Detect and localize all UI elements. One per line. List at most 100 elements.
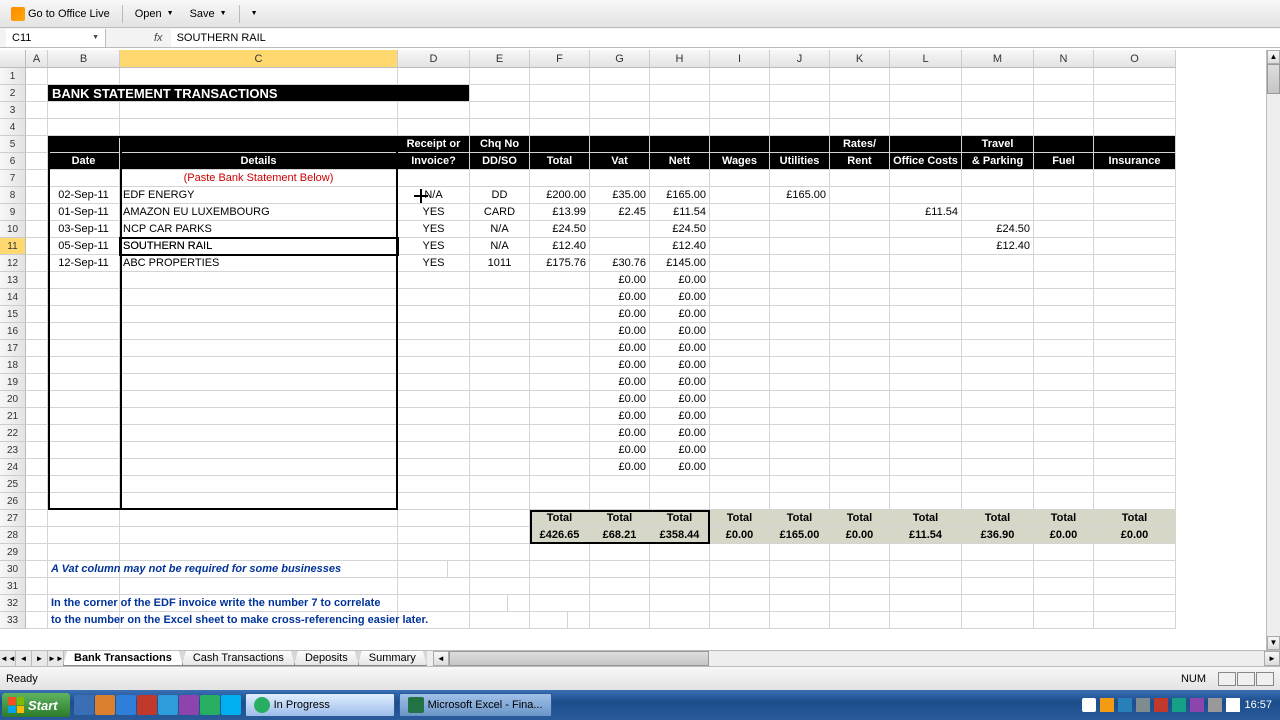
cell-vat[interactable]: £2.45 [590, 204, 650, 221]
total-label[interactable]: Total [962, 510, 1034, 527]
tab-last-button[interactable]: ►► [48, 651, 64, 666]
row-header-19[interactable]: 19 [0, 374, 26, 391]
scroll-right-button[interactable]: ► [1264, 651, 1280, 666]
save-button[interactable]: Save ▼ [183, 5, 234, 23]
total-label[interactable]: Total [590, 510, 650, 527]
cell-nett[interactable]: £145.00 [650, 255, 710, 272]
total-value[interactable]: £0.00 [1034, 527, 1094, 544]
cell-nett-empty[interactable]: £0.00 [650, 374, 710, 391]
cell-vat-empty[interactable]: £0.00 [590, 442, 650, 459]
hdr-rates2[interactable]: Rent [830, 153, 890, 170]
cell-nett[interactable]: £12.40 [650, 238, 710, 255]
cell-vat-empty[interactable]: £0.00 [590, 425, 650, 442]
normal-view-button[interactable] [1218, 672, 1236, 686]
cell-total[interactable]: £13.99 [530, 204, 590, 221]
tray-icon[interactable] [1226, 698, 1240, 712]
selected-cell[interactable]: SOUTHERN RAIL [120, 238, 398, 255]
total-label[interactable]: Total [650, 510, 710, 527]
cell-nett-empty[interactable]: £0.00 [650, 272, 710, 289]
hdr-details[interactable]: Details [120, 153, 398, 170]
cell-vat-empty[interactable]: £0.00 [590, 408, 650, 425]
total-label[interactable]: Total [710, 510, 770, 527]
row-header-22[interactable]: 22 [0, 425, 26, 442]
ql-icon[interactable] [200, 695, 220, 715]
hdr-travel2[interactable]: & Parking [962, 153, 1034, 170]
cell-chq[interactable]: N/A [470, 221, 530, 238]
cell-nett-empty[interactable]: £0.00 [650, 289, 710, 306]
tray-icon[interactable] [1190, 698, 1204, 712]
formula-input[interactable]: SOUTHERN RAIL [171, 29, 1280, 47]
taskbar-in-progress[interactable]: In Progress [245, 693, 395, 717]
ql-icon[interactable] [137, 695, 157, 715]
cell-date[interactable]: 12-Sep-11 [48, 255, 120, 272]
show-desktop-icon[interactable] [74, 695, 94, 715]
cell-receipt[interactable]: YES [398, 221, 470, 238]
sheet-title[interactable]: BANK STATEMENT TRANSACTIONS [48, 85, 470, 102]
total-value[interactable]: £0.00 [1094, 527, 1176, 544]
cell-utilities[interactable]: £165.00 [770, 187, 830, 204]
cell-details[interactable]: ABC PROPERTIES [120, 255, 398, 272]
total-label[interactable]: Total [890, 510, 962, 527]
tray-icon[interactable] [1172, 698, 1186, 712]
col-header-E[interactable]: E [470, 50, 530, 68]
scroll-left-button[interactable]: ◄ [433, 651, 449, 666]
tray-icon[interactable] [1136, 698, 1150, 712]
cell-receipt[interactable]: YES [398, 255, 470, 272]
cell-nett-empty[interactable]: £0.00 [650, 391, 710, 408]
row-header-15[interactable]: 15 [0, 306, 26, 323]
hdr-chq1[interactable]: Chq No [470, 136, 530, 153]
tab-summary[interactable]: Summary [358, 651, 427, 666]
cell-nett-empty[interactable]: £0.00 [650, 340, 710, 357]
row-header-8[interactable]: 8 [0, 187, 26, 204]
row-header-9[interactable]: 9 [0, 204, 26, 221]
hdr-travel1[interactable]: Travel [962, 136, 1034, 153]
cell-receipt[interactable]: YES [398, 204, 470, 221]
cell-vat-empty[interactable]: £0.00 [590, 459, 650, 476]
row-header-20[interactable]: 20 [0, 391, 26, 408]
cell-nett[interactable]: £11.54 [650, 204, 710, 221]
cell-chq[interactable]: N/A [470, 238, 530, 255]
hdr-receipt2[interactable]: Invoice? [398, 153, 470, 170]
cell-nett-empty[interactable]: £0.00 [650, 306, 710, 323]
cell-chq[interactable]: DD [470, 187, 530, 204]
cell-office[interactable]: £11.54 [890, 204, 962, 221]
hdr-utilities[interactable]: Utilities [770, 153, 830, 170]
row-header-24[interactable]: 24 [0, 459, 26, 476]
row-header-27[interactable]: 27 [0, 510, 26, 527]
row-header-23[interactable]: 23 [0, 442, 26, 459]
row-header-17[interactable]: 17 [0, 340, 26, 357]
ql-icon[interactable] [179, 695, 199, 715]
hdr-chq2[interactable]: DD/SO [470, 153, 530, 170]
row-header-29[interactable]: 29 [0, 544, 26, 561]
taskbar-excel[interactable]: Microsoft Excel - Fina... [399, 693, 552, 717]
cell-travel[interactable]: £24.50 [962, 221, 1034, 238]
ql-icon[interactable] [116, 695, 136, 715]
col-header-L[interactable]: L [890, 50, 962, 68]
select-all-corner[interactable] [0, 50, 26, 68]
tray-icon[interactable] [1100, 698, 1114, 712]
cell-vat-empty[interactable]: £0.00 [590, 391, 650, 408]
row-header-28[interactable]: 28 [0, 527, 26, 544]
cell-nett-empty[interactable]: £0.00 [650, 357, 710, 374]
tray-icon[interactable] [1082, 698, 1096, 712]
cell-vat-empty[interactable]: £0.00 [590, 374, 650, 391]
tab-cash-transactions[interactable]: Cash Transactions [182, 651, 295, 666]
cell-nett-empty[interactable]: £0.00 [650, 459, 710, 476]
note-edf1[interactable]: In the corner of the EDF invoice write t… [48, 595, 508, 612]
row-header-14[interactable]: 14 [0, 289, 26, 306]
hdr-office[interactable]: Office Costs [890, 153, 962, 170]
cell-nett-empty[interactable]: £0.00 [650, 425, 710, 442]
hdr-receipt1[interactable]: Receipt or [398, 136, 470, 153]
hdr-insurance[interactable]: Insurance [1094, 153, 1176, 170]
row-header-26[interactable]: 26 [0, 493, 26, 510]
row-header-30[interactable]: 30 [0, 561, 26, 578]
row-header-5[interactable]: 5 [0, 136, 26, 153]
tab-first-button[interactable]: ◄◄ [0, 651, 16, 666]
note-vat[interactable]: A Vat column may not be required for som… [48, 561, 448, 578]
row-header-2[interactable]: 2 [0, 85, 26, 102]
row-header-31[interactable]: 31 [0, 578, 26, 595]
tray-icon[interactable] [1118, 698, 1132, 712]
cell-vat-empty[interactable]: £0.00 [590, 289, 650, 306]
total-label[interactable]: Total [770, 510, 830, 527]
page-break-view-button[interactable] [1256, 672, 1274, 686]
